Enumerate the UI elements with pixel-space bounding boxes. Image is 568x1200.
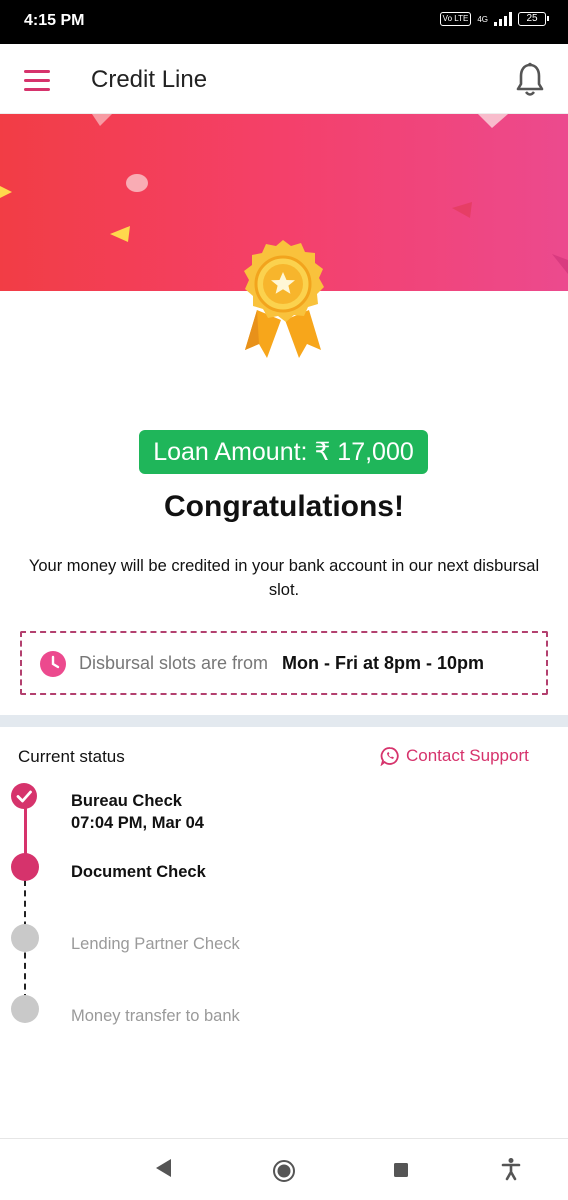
step-active-dot — [11, 853, 39, 881]
contact-support-link[interactable]: Contact Support — [380, 746, 529, 766]
status-icons: Vo LTE 4G 25 — [439, 12, 549, 26]
section-divider — [0, 715, 568, 727]
status-time: 4:15 PM — [24, 12, 85, 29]
volte-icon: Vo LTE — [439, 12, 472, 26]
home-icon[interactable] — [272, 1159, 296, 1183]
step-bureau-time: 07:04 PM, Mar 04 — [71, 814, 204, 832]
step-pending-dot — [11, 924, 39, 952]
app-bar: Credit Line — [0, 44, 568, 114]
whatsapp-icon — [380, 747, 399, 766]
network-type: 4G — [477, 14, 488, 24]
timeline-line-complete — [24, 805, 27, 857]
step-done-dot — [11, 783, 37, 809]
step-lending-partner-check: Lending Partner Check — [71, 935, 240, 953]
contact-support-label: Contact Support — [406, 746, 529, 765]
step-money-transfer: Money transfer to bank — [71, 1007, 240, 1025]
disbursal-label: Disbursal slots are from — [79, 653, 269, 673]
check-icon — [16, 790, 32, 803]
credit-message: Your money will be credited in your bank… — [28, 557, 540, 599]
step-document-check: Document Check — [71, 863, 206, 881]
signal-icon — [494, 12, 512, 26]
back-icon[interactable] — [154, 1157, 174, 1179]
medal-icon — [244, 240, 324, 358]
clock-icon — [40, 651, 66, 677]
disbursal-slot-box: Disbursal slots are from Mon - Fri at 8p… — [20, 631, 548, 695]
accessibility-icon[interactable] — [500, 1157, 522, 1181]
page-title: Credit Line — [91, 66, 208, 93]
status-bar: 4:15 PM Vo LTE 4G 25 — [0, 0, 568, 44]
current-status-title: Current status — [18, 747, 125, 766]
bell-icon[interactable] — [514, 62, 546, 98]
menu-icon[interactable] — [24, 70, 50, 91]
loan-amount-badge: Loan Amount: ₹ 17,000 — [139, 430, 428, 474]
system-nav-bar — [0, 1138, 568, 1200]
congratulations-heading: Congratulations! — [164, 490, 404, 523]
battery-icon: 25 — [518, 12, 549, 26]
step-pending-dot — [11, 995, 39, 1023]
recents-icon[interactable] — [392, 1161, 410, 1179]
step-bureau-check: Bureau Check — [71, 792, 182, 810]
disbursal-slots: Mon - Fri at 8pm - 10pm — [282, 653, 485, 673]
